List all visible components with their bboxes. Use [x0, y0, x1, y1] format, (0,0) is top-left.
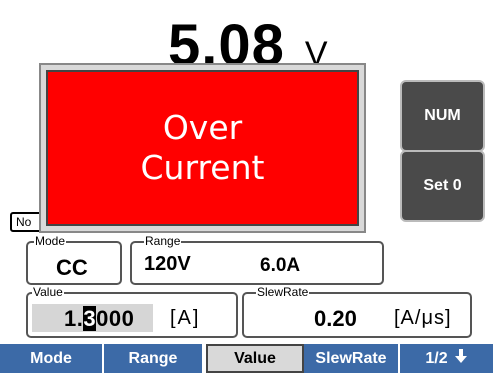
softkey-bar: Mode Range Value SlewRate 1/2 — [0, 344, 493, 373]
slewrate-legend: SlewRate — [256, 285, 310, 299]
range-current: 6.0A — [260, 255, 301, 276]
reading-value: 5.08 — [168, 13, 285, 78]
slewrate-value: 0.20 — [314, 306, 357, 331]
value-group[interactable]: Value 1.3000 [A] — [26, 285, 238, 338]
range-voltage: 120V — [144, 253, 191, 275]
softkey-mode-label: Mode — [30, 349, 72, 367]
mode-legend: Mode — [34, 234, 67, 248]
softkey-range-label: Range — [128, 349, 178, 367]
num-button[interactable]: NUM — [400, 80, 485, 152]
range-group[interactable]: Range 120V 6.0A — [130, 234, 384, 285]
alert-line2: Current — [140, 148, 265, 187]
alert-line1: Over — [162, 108, 243, 147]
range-legend: Range — [144, 234, 182, 248]
slewrate-unit: [A/μs] — [394, 307, 452, 329]
over-current-alert: Over Current — [46, 70, 359, 226]
mode-group[interactable]: Mode CC — [26, 234, 122, 285]
softkey-page-label: 1/2 — [425, 349, 448, 367]
set0-button[interactable]: Set 0 — [400, 150, 485, 222]
set0-button-label: Set 0 — [423, 177, 462, 194]
value-cursor-digit[interactable]: 3 — [83, 306, 97, 331]
arrow-down-icon — [454, 348, 468, 369]
softkey-page[interactable]: 1/2 — [400, 344, 493, 373]
slewrate-group[interactable]: SlewRate 0.20 [A/μs] — [242, 285, 472, 338]
value-number[interactable]: 1.3000 — [64, 306, 134, 332]
softkey-value[interactable]: Value — [206, 344, 304, 373]
softkey-slewrate[interactable]: SlewRate — [304, 344, 400, 373]
num-button-label: NUM — [424, 107, 461, 124]
instrument-screen: 5.08 V No NUM Set 0 Mode CC Range 120V 6… — [0, 0, 493, 373]
reading-unit: V — [304, 35, 328, 73]
value-after-cursor: 000 — [96, 306, 135, 331]
value-legend: Value — [32, 285, 64, 299]
mode-value: CC — [56, 255, 88, 280]
value-unit: [A] — [170, 307, 201, 329]
status-label-text: No — [16, 215, 32, 229]
softkey-mode[interactable]: Mode — [0, 344, 104, 373]
softkey-range[interactable]: Range — [104, 344, 204, 373]
value-before-cursor: 1. — [64, 306, 84, 331]
voltage-reading: 5.08 V — [168, 14, 328, 78]
softkey-value-label: Value — [234, 349, 276, 367]
softkey-slewrate-label: SlewRate — [315, 349, 387, 367]
